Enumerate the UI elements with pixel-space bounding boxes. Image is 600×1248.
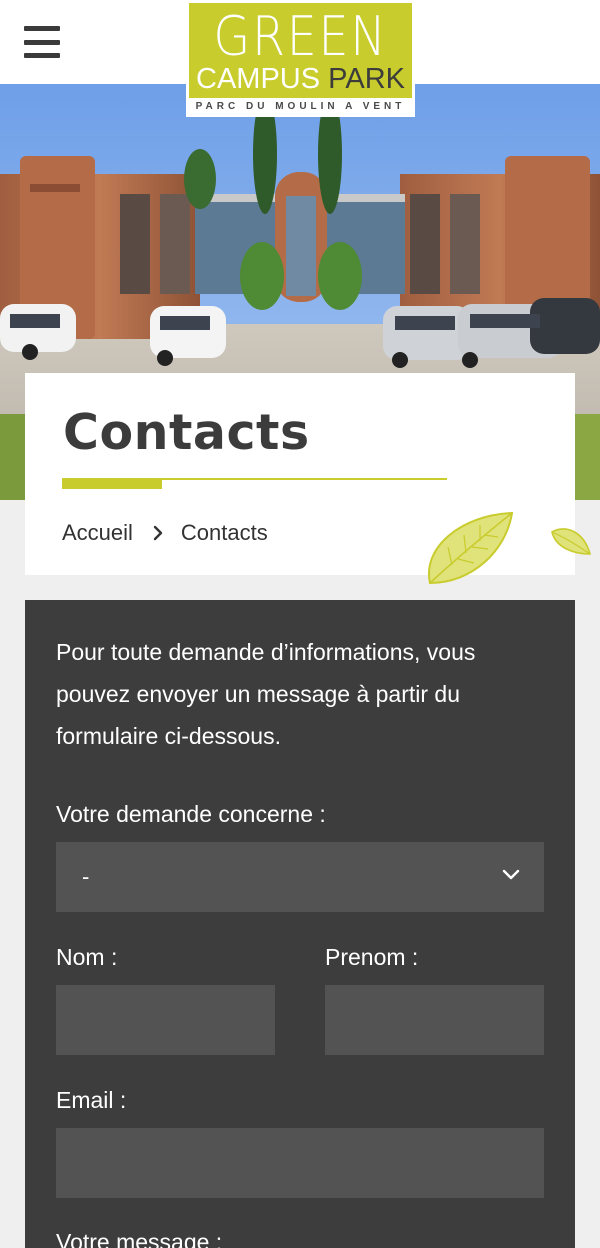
logo-tagline: PARC DU MOULIN A VENT bbox=[195, 101, 406, 112]
breadcrumb-home-link[interactable]: Accueil bbox=[62, 520, 133, 546]
subject-select[interactable]: - bbox=[56, 842, 544, 912]
leaf-icon bbox=[551, 528, 592, 555]
logo-park: PARK bbox=[328, 63, 405, 95]
email-input[interactable] bbox=[56, 1128, 544, 1198]
title-accent-bar bbox=[62, 479, 162, 489]
site-logo[interactable]: GREEN CAMPUS PARK PARC DU MOULIN A VENT bbox=[186, 0, 415, 117]
form-intro-text: Pour toute demande d’informations, vous … bbox=[56, 639, 476, 749]
hamburger-line bbox=[24, 39, 60, 45]
logo-line2: CAMPUS PARK bbox=[189, 64, 412, 94]
hamburger-line bbox=[24, 53, 60, 58]
subject-select-value: - bbox=[82, 864, 90, 889]
message-label: Votre message : bbox=[56, 1229, 223, 1248]
page: GREEN CAMPUS PARK PARC DU MOULIN A VENT bbox=[0, 0, 600, 1248]
page-title: Contacts bbox=[63, 404, 310, 461]
nom-input[interactable] bbox=[56, 985, 275, 1055]
logo-box: GREEN CAMPUS PARK bbox=[189, 3, 412, 98]
nom-label: Nom : bbox=[56, 944, 118, 970]
subject-label: Votre demande concerne : bbox=[56, 801, 326, 827]
chevron-right-icon bbox=[153, 525, 163, 541]
hamburger-line bbox=[24, 26, 60, 31]
contact-form: Pour toute demande d’informations, vous … bbox=[25, 600, 575, 1248]
breadcrumb-current: Contacts bbox=[180, 520, 268, 545]
hamburger-icon[interactable] bbox=[24, 26, 60, 58]
logo-campus: CAMPUS bbox=[196, 63, 321, 95]
breadcrumb: Accueil Contacts bbox=[62, 519, 268, 547]
email-label: Email : bbox=[56, 1087, 127, 1113]
chevron-down-icon bbox=[502, 868, 520, 886]
leaf-icon bbox=[427, 511, 514, 585]
prenom-label: Prenom : bbox=[325, 944, 419, 970]
logo-line1: GREEN bbox=[213, 5, 388, 68]
prenom-input[interactable] bbox=[325, 985, 544, 1055]
